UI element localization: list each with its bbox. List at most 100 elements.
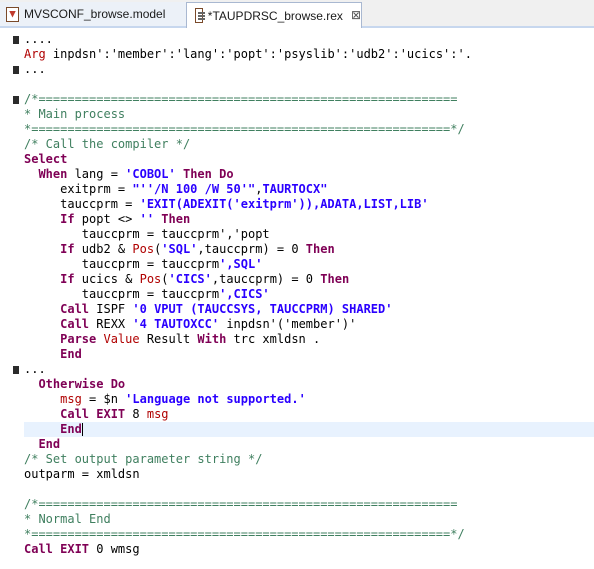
code-token: End bbox=[60, 347, 82, 361]
code-area[interactable]: .... Arg inpdsn':'member':'lang':'popt':'… bbox=[24, 32, 594, 557]
code-line[interactable]: tauccprm = 'EXIT(ADEXIT('exitprm')),ADAT… bbox=[24, 197, 594, 212]
code-token: TAURTOCX" bbox=[262, 182, 328, 196]
code-line[interactable]: If popt <> '' Then bbox=[24, 212, 594, 227]
rexx-file-icon bbox=[195, 8, 205, 23]
code-line[interactable]: *=======================================… bbox=[24, 122, 594, 137]
code-token: ',SQL' bbox=[219, 257, 263, 271]
code-line[interactable]: /*======================================… bbox=[24, 497, 594, 512]
code-editor[interactable]: .... Arg inpdsn':'member':'lang':'popt':'… bbox=[0, 28, 594, 569]
code-line[interactable]: * Normal End bbox=[24, 512, 594, 527]
code-line[interactable]: ... bbox=[24, 362, 594, 377]
code-line[interactable]: Call ISPF '0 VPUT (TAUCCSYS, TAUCCPRM) S… bbox=[24, 302, 594, 317]
code-token: End bbox=[60, 422, 82, 436]
code-line[interactable]: tauccprm = tauccprm','popt bbox=[24, 227, 594, 242]
code-token: 'EXIT(ADEXIT('exitprm')),ADATA,LIST,LIB' bbox=[139, 197, 429, 211]
code-token: tauccprm = bbox=[24, 197, 140, 211]
code-token: When bbox=[38, 167, 68, 181]
close-icon[interactable]: ⊠ bbox=[351, 9, 361, 22]
code-line[interactable]: ... bbox=[24, 62, 594, 77]
code-line[interactable]: .... bbox=[24, 32, 594, 47]
code-line[interactable]: tauccprm = tauccprm',SQL' bbox=[24, 257, 594, 272]
code-line[interactable]: If udb2 & Pos('SQL',tauccprm) = 0 Then bbox=[24, 242, 594, 257]
code-token: exitprm = bbox=[24, 182, 133, 196]
code-line[interactable]: Otherwise Do bbox=[24, 377, 594, 392]
code-line[interactable]: /* Set output parameter string */ bbox=[24, 452, 594, 467]
code-line[interactable]: If ucics & Pos('CICS',tauccprm) = 0 Then bbox=[24, 272, 594, 287]
code-token: trc xmldsn . bbox=[226, 332, 321, 346]
code-token: msg bbox=[146, 407, 169, 421]
code-line[interactable]: End bbox=[24, 437, 594, 452]
tab-taupdrsc-browse-rex[interactable]: *TAUPDRSC_browse.rex ⊠ bbox=[186, 2, 362, 28]
code-line[interactable]: End bbox=[24, 347, 594, 362]
code-token: tauccprm = tauccprm bbox=[24, 287, 220, 301]
code-token: popt <> bbox=[74, 212, 140, 226]
code-token: *=======================================… bbox=[24, 122, 465, 136]
code-token: /* Set output parameter string */ bbox=[24, 452, 263, 466]
code-token: If bbox=[60, 242, 75, 256]
code-token: ucics & bbox=[74, 272, 140, 286]
editor-gutter bbox=[0, 28, 20, 569]
code-token: ISPF bbox=[89, 302, 133, 316]
code-token: Select bbox=[24, 152, 68, 166]
code-token: ',CICS' bbox=[219, 287, 270, 301]
code-line[interactable] bbox=[24, 77, 594, 92]
code-token: ... bbox=[24, 362, 46, 376]
code-line[interactable]: End bbox=[24, 422, 594, 437]
code-line[interactable]: Call REXX '4 TAUTOXCC' inpdsn'('member')… bbox=[24, 317, 594, 332]
code-token: msg bbox=[60, 392, 82, 406]
code-line[interactable]: Call EXIT 8 msg bbox=[24, 407, 594, 422]
code-token: End bbox=[38, 437, 61, 451]
code-token: tauccprm = tauccprm bbox=[24, 257, 220, 271]
code-token: 8 bbox=[125, 407, 147, 421]
code-token: 0 wmsg bbox=[89, 542, 140, 556]
code-token: ... bbox=[24, 62, 46, 76]
code-token: inpdsn':'member':'lang':'popt':'psyslib'… bbox=[45, 47, 472, 61]
code-line[interactable]: Select bbox=[24, 152, 594, 167]
code-line[interactable]: Parse Value Result With trc xmldsn . bbox=[24, 332, 594, 347]
model-file-icon bbox=[6, 6, 19, 22]
code-line[interactable] bbox=[24, 482, 594, 497]
folding-marker[interactable] bbox=[13, 96, 19, 104]
code-line[interactable]: /*======================================… bbox=[24, 92, 594, 107]
code-token: inpdsn'('member')' bbox=[219, 317, 357, 331]
code-token: Parse bbox=[60, 332, 97, 346]
code-line[interactable]: Call EXIT 0 wmsg bbox=[24, 542, 594, 557]
code-token: Then bbox=[161, 212, 191, 226]
folding-marker[interactable] bbox=[13, 66, 19, 74]
code-token: With bbox=[197, 332, 227, 346]
code-line[interactable]: tauccprm = tauccprm',CICS' bbox=[24, 287, 594, 302]
code-token: ,tauccprm) = 0 bbox=[211, 272, 321, 286]
code-token: If bbox=[60, 272, 75, 286]
code-line[interactable]: exitprm = "''/N 100 /W 50'",TAURTOCX" bbox=[24, 182, 594, 197]
tab-mvsconf-browse-model[interactable]: MVSCONF_browse.model bbox=[0, 2, 186, 26]
code-token: /*======================================… bbox=[24, 497, 458, 511]
code-line[interactable]: outparm = xmldsn bbox=[24, 467, 594, 482]
text-caret bbox=[81, 423, 83, 436]
code-line[interactable]: Arg inpdsn':'member':'lang':'popt':'psys… bbox=[24, 47, 594, 62]
code-token: /* Call the compiler */ bbox=[24, 137, 191, 151]
tab-label: *TAUPDRSC_browse.rex bbox=[207, 8, 343, 23]
code-line[interactable]: msg = $n 'Language not supported.' bbox=[24, 392, 594, 407]
code-token: Then bbox=[305, 242, 335, 256]
code-line[interactable]: *=======================================… bbox=[24, 527, 594, 542]
code-token: '0 VPUT (TAUCCSYS, TAUCCPRM) SHARED' bbox=[132, 302, 393, 316]
code-token: If bbox=[60, 212, 75, 226]
code-line[interactable]: /* Call the compiler */ bbox=[24, 137, 594, 152]
code-token: 'Language not supported.' bbox=[125, 392, 306, 406]
folding-marker[interactable] bbox=[13, 366, 19, 374]
code-line[interactable]: * Main process bbox=[24, 107, 594, 122]
code-line[interactable]: When lang = 'COBOL' Then Do bbox=[24, 167, 594, 182]
folding-marker[interactable] bbox=[13, 36, 19, 44]
tab-label: MVSCONF_browse.model bbox=[24, 7, 166, 21]
code-token: tauccprm = tauccprm','popt bbox=[24, 227, 270, 241]
